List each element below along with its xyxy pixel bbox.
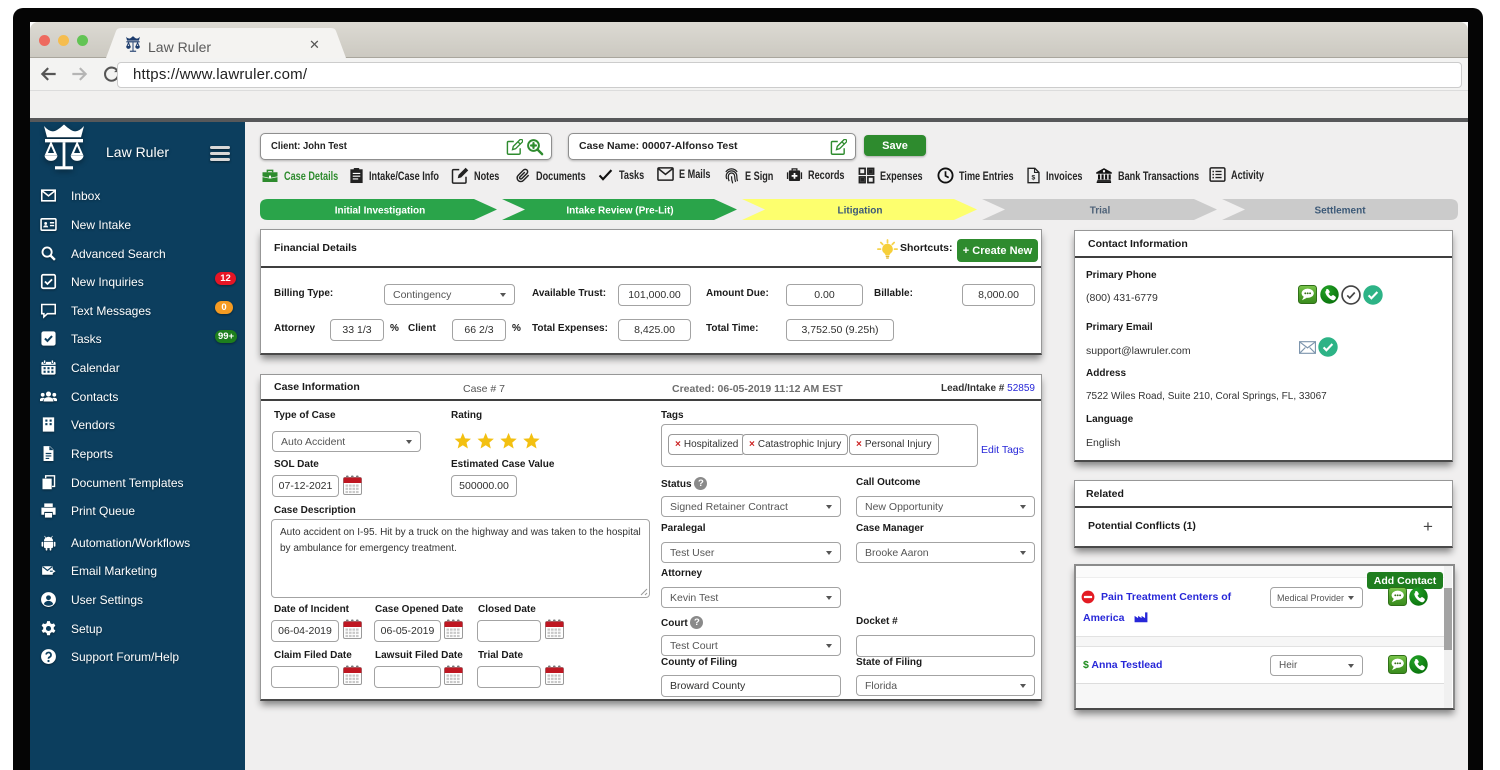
svg-text:Litigation: Litigation: [838, 206, 883, 217]
svg-text:$: $: [1031, 175, 1035, 182]
svg-text:Initial Investigation: Initial Investigation: [335, 206, 426, 217]
svg-text:Intake Review (Pre-Lit): Intake Review (Pre-Lit): [566, 206, 673, 217]
svg-text:Settlement: Settlement: [1314, 206, 1366, 217]
svg-text:Trial: Trial: [1090, 206, 1111, 217]
